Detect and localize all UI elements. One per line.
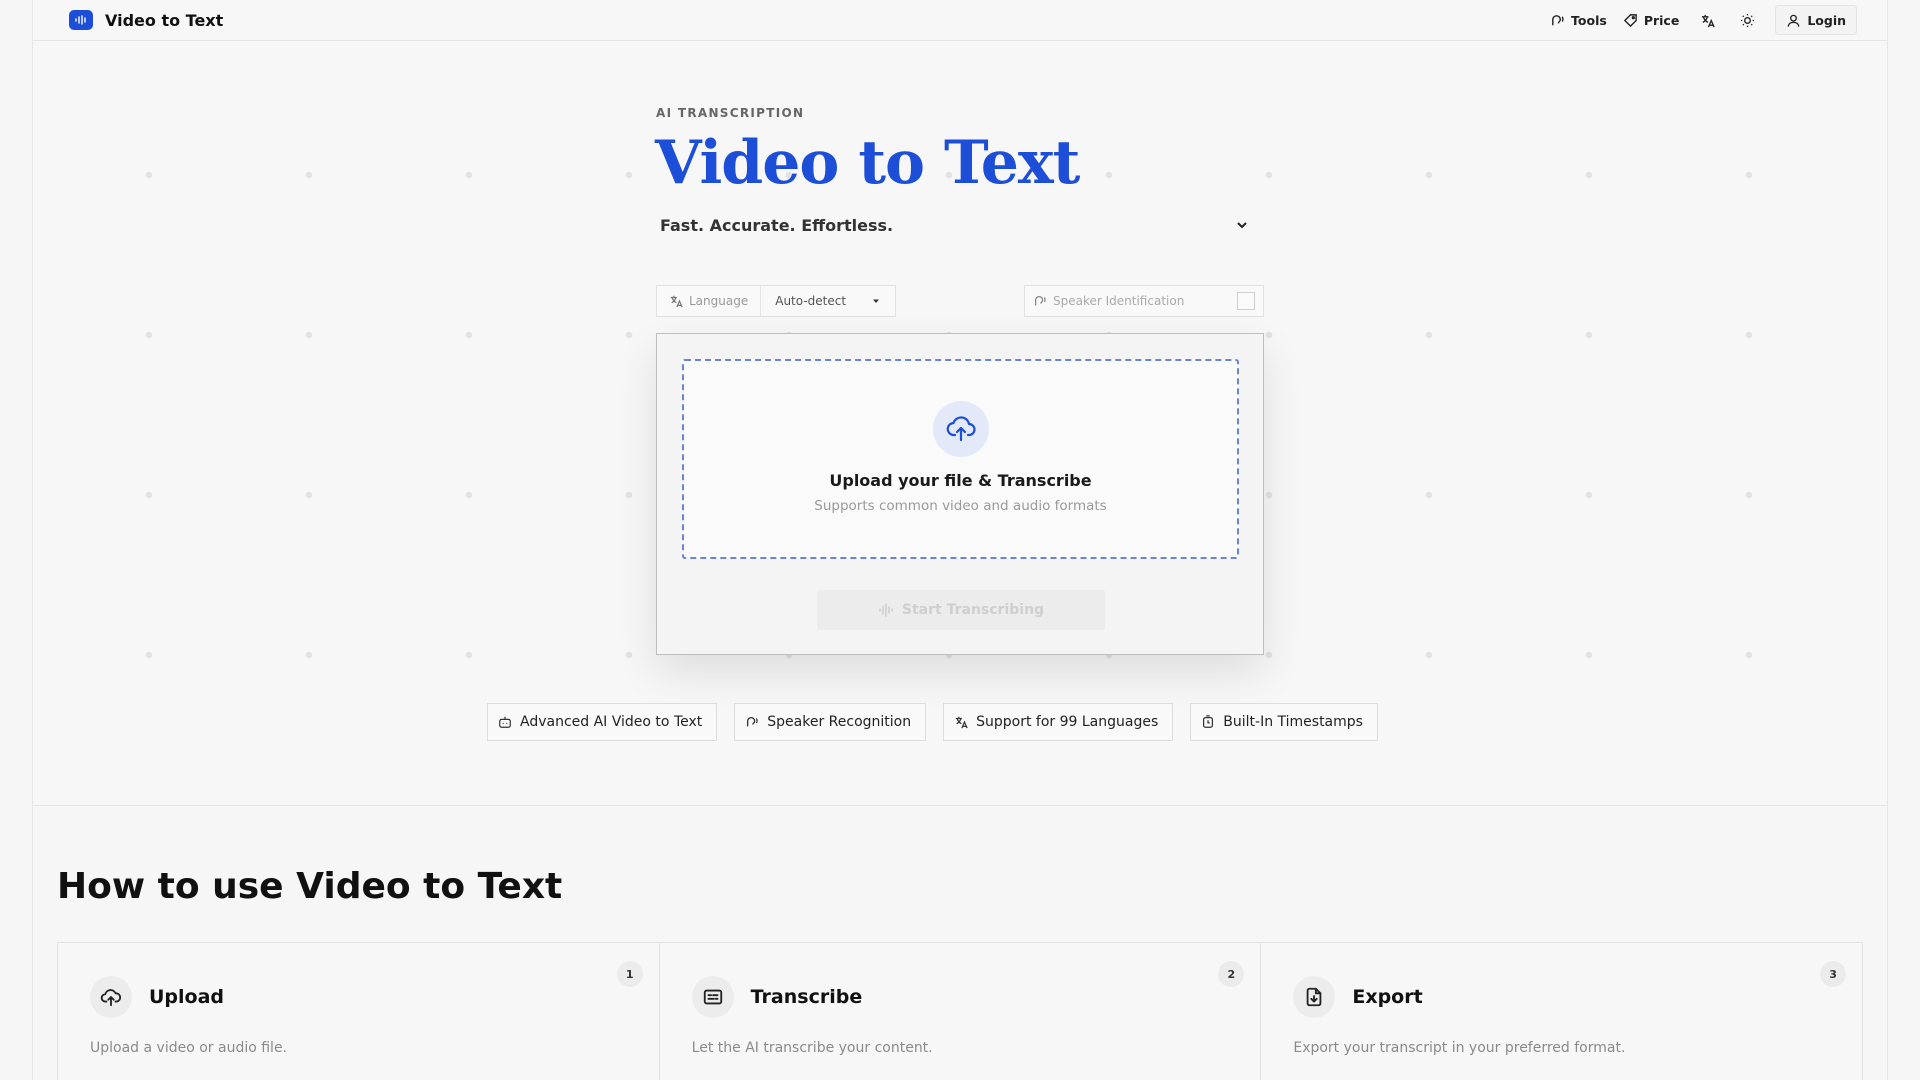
user-icon (1788, 14, 1800, 27)
main-nav: Tools Price Login (1542, 4, 1857, 36)
how-to-title: How to use Video to Text (57, 866, 563, 907)
step-card: Upload 1 Upload a video or audio file. (58, 943, 660, 1080)
step-number: 3 (1820, 961, 1847, 987)
captions-icon (691, 976, 734, 1018)
step-number: 2 (1218, 961, 1245, 987)
nav-tools-label: Tools (1571, 12, 1607, 28)
translate-icon (1701, 14, 1715, 27)
tag-icon (1623, 13, 1637, 27)
hero-eyebrow: AI TRANSCRIPTION (656, 106, 805, 120)
waveform-icon (879, 603, 893, 617)
feature-label: Built-In Timestamps (1223, 714, 1363, 730)
feature-chip: Support for 99 Languages (943, 703, 1174, 741)
nav-price[interactable]: Price (1615, 5, 1688, 35)
file-download-icon (1293, 976, 1336, 1018)
translate-icon (955, 716, 968, 729)
top-navigation-bar: Video to Text Tools Price Login (33, 0, 1887, 41)
upload-icon (90, 976, 132, 1018)
nav-tools[interactable]: Tools (1542, 5, 1615, 35)
upload-title: Upload your file & Transcribe (829, 471, 1092, 490)
speaker-identification-option: Speaker Identification (1024, 285, 1264, 317)
speaker-icon (1552, 14, 1564, 25)
step-title: Export (1352, 986, 1423, 1008)
step-description: Export your transcript in your preferred… (1293, 1040, 1626, 1056)
feature-chip: Speaker Recognition (734, 703, 927, 741)
nav-price-label: Price (1643, 12, 1680, 28)
language-label-group: Language (657, 286, 762, 316)
step-number: 1 (616, 961, 643, 987)
step-card: Export 3 Export your transcript in your … (1261, 943, 1862, 1080)
speaker-identification-label: Speaker Identification (1053, 294, 1185, 308)
cloud-upload-icon (932, 401, 989, 457)
upload-card: Upload your file & Transcribe Supports c… (656, 333, 1264, 655)
upload-subtitle: Supports common video and audio formats (814, 498, 1107, 514)
step-card: Transcribe 2 Let the AI transcribe your … (660, 943, 1262, 1080)
speaker-icon (1034, 295, 1046, 306)
timer-icon (1203, 715, 1214, 728)
step-title: Upload (149, 986, 225, 1008)
caret-down-icon (873, 299, 879, 303)
language-label: Language (689, 294, 749, 308)
step-title: Transcribe (750, 986, 863, 1008)
feature-chips: Advanced AI Video to Text Speaker Recogn… (487, 703, 1378, 741)
theme-toggle-button[interactable] (1727, 5, 1767, 35)
file-dropzone[interactable]: Upload your file & Transcribe Supports c… (682, 359, 1239, 559)
speaker-icon (747, 716, 758, 727)
bot-icon (499, 716, 511, 728)
feature-label: Support for 99 Languages (976, 714, 1159, 730)
feature-chip: Built-In Timestamps (1190, 703, 1378, 741)
brand-name: Video to Text (105, 10, 224, 30)
feature-label: Advanced AI Video to Text (520, 714, 703, 730)
speaker-identification-checkbox[interactable] (1237, 292, 1255, 310)
language-switch-button[interactable] (1687, 5, 1727, 35)
language-dropdown[interactable]: Auto-detect (761, 286, 895, 316)
login-button[interactable]: Login (1775, 5, 1857, 35)
steps-grid: Upload 1 Upload a video or audio file. T… (57, 942, 1863, 1080)
sun-icon (1740, 13, 1754, 27)
hero-tagline: Fast. Accurate. Effortless. (660, 215, 894, 235)
start-transcribing-label: Start Transcribing (901, 602, 1045, 618)
hero-title: Video to Text (655, 128, 1080, 198)
translate-icon (670, 295, 683, 308)
start-transcribing-button[interactable]: Start Transcribing (817, 590, 1105, 630)
feature-chip: Advanced AI Video to Text (487, 703, 718, 741)
tagline-row: Fast. Accurate. Effortless. (656, 212, 1252, 238)
login-label: Login (1807, 12, 1846, 28)
chevron-down-icon[interactable] (1232, 215, 1252, 235)
brand-logo-icon (69, 10, 93, 30)
language-selector: Language Auto-detect (656, 285, 896, 317)
brand[interactable]: Video to Text (69, 10, 223, 30)
step-description: Upload a video or audio file. (90, 1040, 288, 1056)
step-description: Let the AI transcribe your content. (691, 1040, 933, 1056)
speaker-label-group: Speaker Identification (1033, 294, 1184, 308)
language-value: Auto-detect (775, 294, 847, 308)
feature-label: Speaker Recognition (767, 714, 912, 730)
